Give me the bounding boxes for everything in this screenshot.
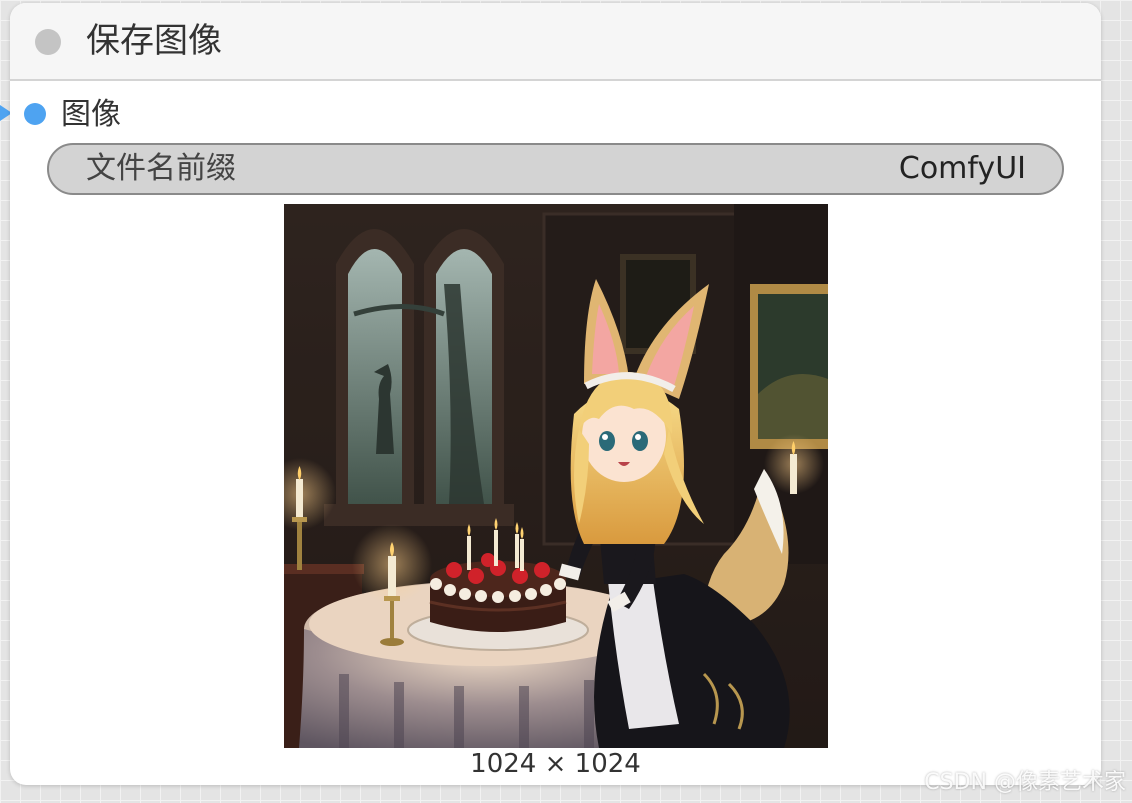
image-preview	[284, 204, 828, 748]
filename-prefix-value[interactable]: ComfyUI	[899, 149, 1026, 189]
image-input-label: 图像	[61, 97, 121, 132]
save-image-node[interactable]: 保存图像 图像 文件名前缀 ComfyUI 1024 × 1024	[10, 3, 1101, 785]
node-title: 保存图像	[86, 21, 222, 61]
filename-prefix-widget[interactable]: 文件名前缀 ComfyUI	[47, 143, 1064, 195]
watermark: CSDN @像素艺术家	[924, 770, 1126, 795]
image-input-slot-icon[interactable]	[24, 103, 46, 125]
collapse-dot-icon[interactable]	[35, 29, 61, 55]
node-header[interactable]: 保存图像	[10, 3, 1101, 81]
filename-prefix-label: 文件名前缀	[86, 151, 236, 186]
